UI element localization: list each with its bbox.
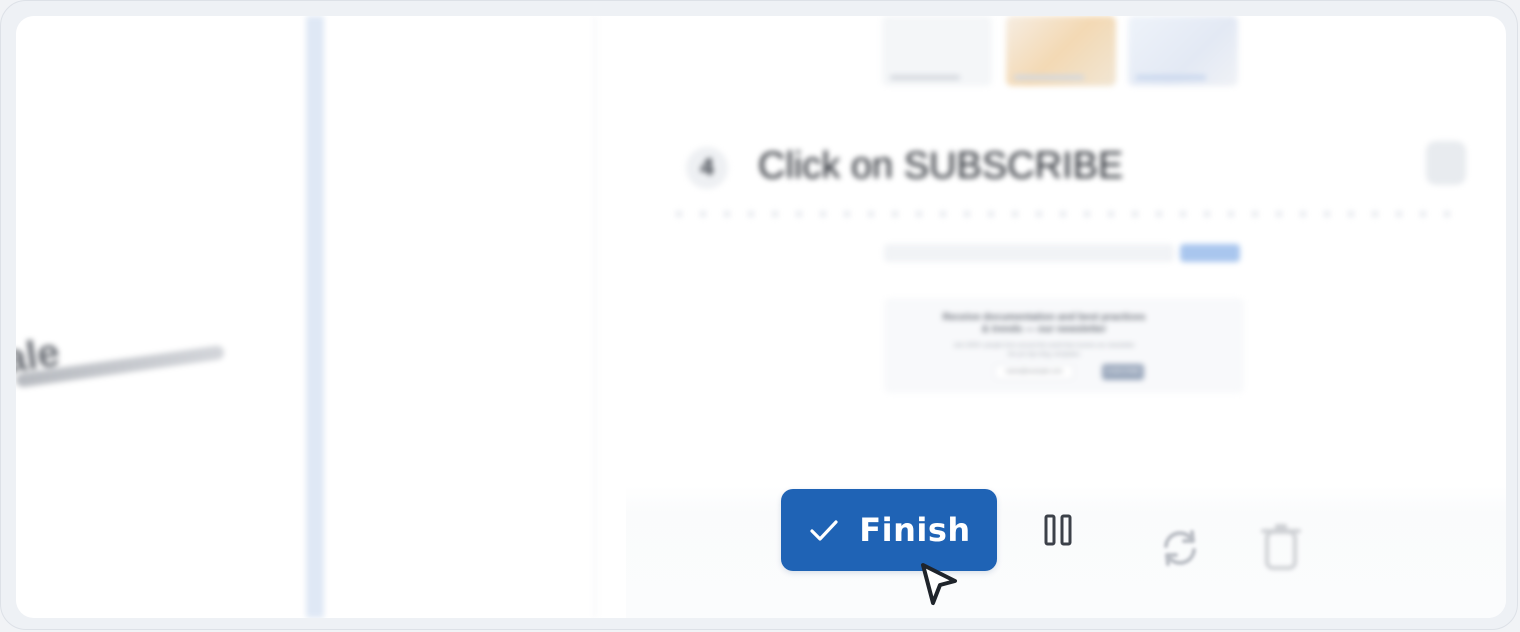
dotted-separator	[676, 211, 1456, 217]
newsletter-title: Receive documentation and best practices…	[884, 312, 1204, 336]
middle-panel	[324, 16, 596, 618]
step-title: Click on SUBSCRIBE	[758, 145, 1124, 187]
newsletter-subtitle: Join 3000+ people from around the world …	[884, 342, 1204, 360]
step-delete-icon[interactable]	[1426, 141, 1466, 185]
finish-button-label: Finish	[859, 511, 971, 549]
left-panel: ale	[16, 16, 306, 618]
newsletter-subtitle-line2: the pro tips blog, templates	[1007, 352, 1081, 358]
screenshot-thumbnails	[882, 16, 1252, 88]
thumbnail[interactable]	[1006, 16, 1116, 86]
check-icon	[810, 520, 838, 541]
newsletter-subtitle-line1: Join 3000+ people from around the world …	[953, 343, 1135, 349]
step-row: 4 Click on SUBSCRIBE	[676, 141, 1476, 193]
newsletter-title-line2: & trends — our newsletter	[981, 324, 1107, 335]
pause-icon	[1044, 514, 1072, 546]
newsletter-preview: Receive documentation and best practices…	[884, 298, 1244, 393]
recording-control-bar	[626, 486, 1506, 618]
pause-button[interactable]	[1036, 508, 1080, 552]
newsletter-subscribe-button: SUBSCRIBE	[1102, 364, 1144, 380]
step-number: 4	[686, 147, 728, 189]
thumbnail[interactable]	[1128, 16, 1238, 86]
app-window: ale 4 Click on SUBSCRIBE Receive documen…	[16, 16, 1506, 618]
page-search-bar	[884, 244, 1174, 262]
trash-icon[interactable]	[1261, 522, 1301, 572]
panel-divider	[306, 16, 324, 618]
newsletter-email-input: name@example.com	[994, 364, 1074, 380]
thumbnail[interactable]	[882, 16, 992, 86]
newsletter-title-line1: Receive documentation and best practices	[942, 312, 1146, 323]
page-search-button	[1180, 244, 1240, 262]
finish-button[interactable]: Finish	[781, 489, 997, 571]
app-frame: ale 4 Click on SUBSCRIBE Receive documen…	[0, 0, 1518, 630]
rotate-icon[interactable]	[1156, 524, 1204, 572]
